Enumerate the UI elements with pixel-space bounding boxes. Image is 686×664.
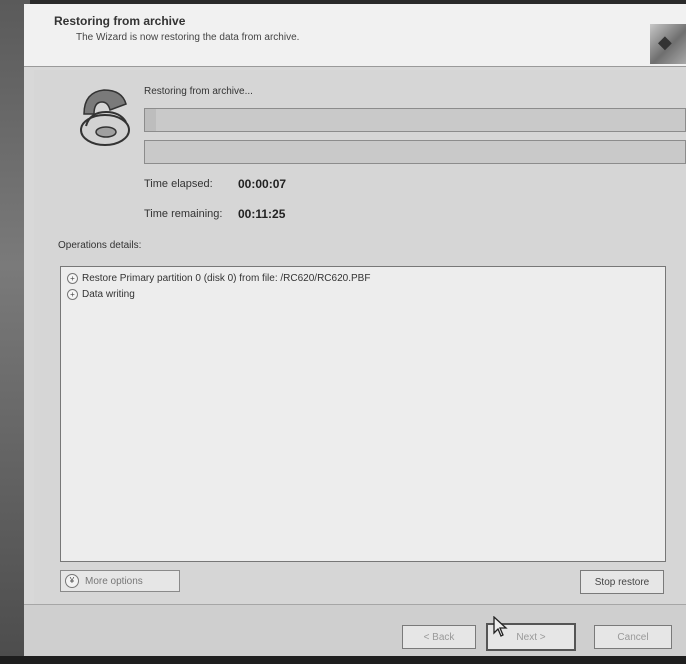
header-subtitle: The Wizard is now restoring the data fro… — [76, 32, 300, 43]
tree-item-label: Restore Primary partition 0 (disk 0) fro… — [82, 272, 371, 284]
time-elapsed-value: 00:00:07 — [238, 177, 287, 191]
cancel-label: Cancel — [617, 631, 649, 643]
stop-restore-label: Stop restore — [594, 576, 650, 588]
time-remaining-label: Time remaining: — [144, 208, 223, 220]
back-button[interactable]: < Back — [402, 625, 476, 649]
chevron-down-icon: ¥ — [65, 574, 79, 588]
wizard-banner-icon: ◆ — [650, 24, 686, 64]
tree-item-restore[interactable]: + Restore Primary partition 0 (disk 0) f… — [67, 271, 370, 285]
disk-restore-icon — [74, 84, 136, 152]
tree-item-data-writing[interactable]: + Data writing — [67, 287, 135, 301]
time-remaining-value: 00:11:25 — [238, 207, 286, 221]
wizard-header: Restoring from archive The Wizard is now… — [24, 4, 686, 67]
primary-progress-bar — [144, 108, 686, 132]
secondary-progress-bar — [144, 140, 686, 164]
stop-restore-button[interactable]: Stop restore — [580, 570, 664, 594]
wizard-footer: < Back Next > Cancel — [24, 604, 686, 657]
mouse-cursor-icon — [493, 615, 509, 643]
plus-circle-icon[interactable]: + — [67, 272, 78, 284]
time-elapsed-label: Time elapsed: — [144, 178, 213, 190]
primary-progress-fill — [145, 109, 156, 131]
back-label: < Back — [423, 631, 455, 643]
more-options-label: More options — [85, 575, 143, 587]
header-title: Restoring from archive — [54, 14, 186, 28]
next-label: Next > — [516, 631, 546, 643]
restore-wizard-window: Restoring from archive The Wizard is now… — [24, 4, 686, 657]
background-bottom — [0, 656, 686, 664]
operations-tree[interactable]: + Restore Primary partition 0 (disk 0) f… — [60, 266, 666, 562]
status-label: Restoring from archive... — [144, 86, 253, 97]
cancel-button[interactable]: Cancel — [594, 625, 672, 649]
more-options-button[interactable]: ¥ More options — [60, 570, 180, 592]
plus-circle-icon[interactable]: + — [67, 288, 78, 300]
wizard-body: Restoring from archive... Time elapsed: … — [34, 70, 686, 604]
tree-item-label: Data writing — [82, 288, 135, 300]
operations-label: Operations details: — [58, 240, 142, 251]
